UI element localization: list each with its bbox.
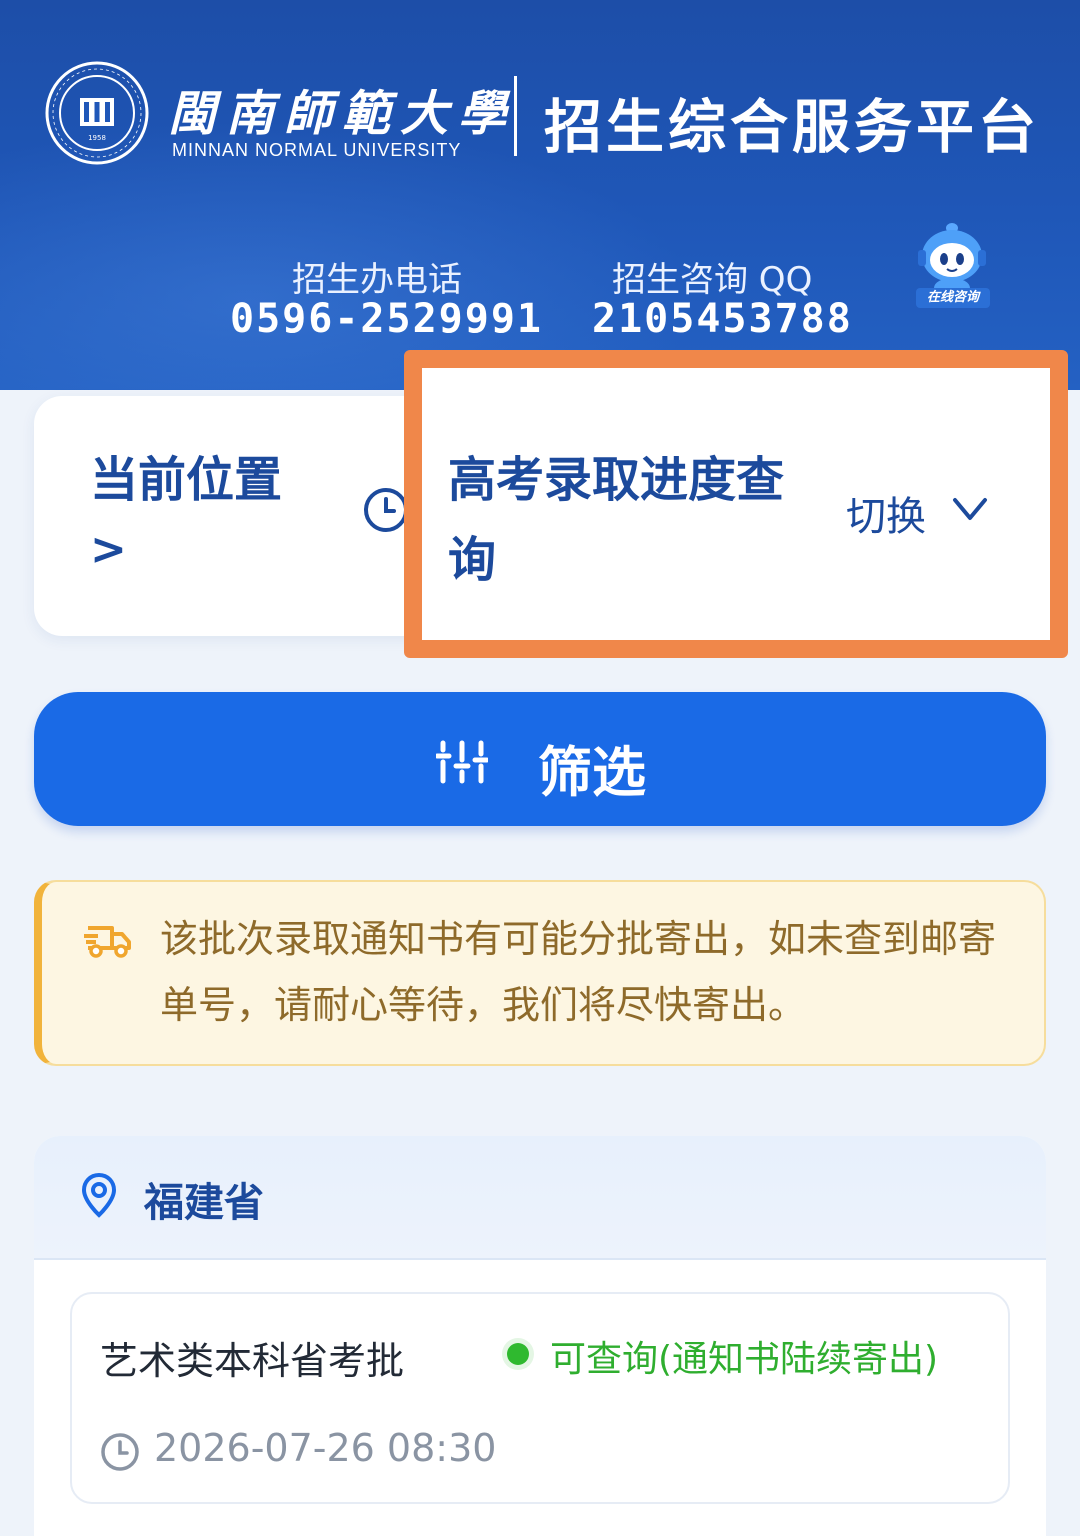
clock-icon — [101, 1433, 139, 1471]
qq-value[interactable]: 2105453788 — [592, 296, 853, 342]
seal-year: 1958 — [88, 134, 106, 142]
online-consult-label[interactable]: 在线咨询 — [916, 288, 990, 308]
batch-time: 2026-07-26 08:30 — [154, 1426, 497, 1470]
header-divider — [514, 76, 517, 156]
batch-name: 艺术类本科省考批 — [100, 1339, 405, 1383]
status-dot-icon — [502, 1338, 534, 1370]
location-pin-icon — [81, 1172, 117, 1218]
notice-text: 该批次录取通知书有可能分批寄出，如未查到邮寄单号，请耐心等待，我们将尽快寄出。 — [160, 917, 997, 1027]
location-title: 当前位置 — [90, 452, 283, 508]
clock-icon — [364, 488, 408, 532]
truck-icon — [84, 926, 131, 958]
phone-value[interactable]: 0596-2529991 — [230, 296, 543, 342]
phone-label: 招生办电话 — [292, 260, 462, 300]
platform-title: 招生综合服务平台 — [544, 93, 1041, 161]
province-name: 福建省 — [144, 1180, 264, 1226]
switch-button[interactable]: 切换 — [846, 484, 926, 542]
university-name-en: MINNAN NORMAL UNIVERSITY — [172, 140, 462, 160]
chevron-down-icon[interactable] — [950, 494, 990, 524]
batch-card[interactable] — [70, 1292, 1010, 1504]
university-seal-icon: 1958 — [45, 61, 149, 165]
qq-label: 招生咨询 QQ — [612, 260, 813, 300]
sliders-icon — [436, 740, 488, 784]
university-name-cn: 閩南師範大學 — [168, 86, 517, 142]
batch-status: 可查询(通知书陆续寄出) — [550, 1339, 939, 1380]
location-arrow: > — [90, 524, 127, 575]
current-page-title: 高考录取进度查询 — [448, 452, 785, 588]
filter-label[interactable]: 筛选 — [538, 728, 646, 807]
